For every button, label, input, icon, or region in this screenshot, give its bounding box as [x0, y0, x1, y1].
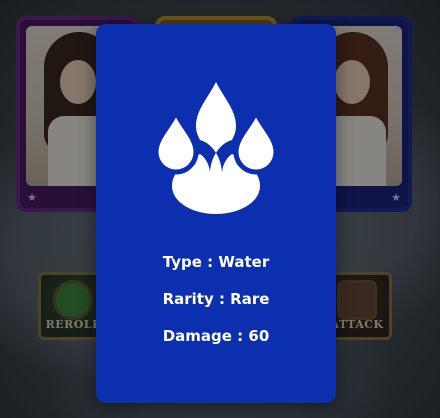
card-damage-text: Damage : 60 [162, 327, 270, 345]
card-type-text: Type : Water [162, 253, 270, 271]
star-icon: ★ [391, 191, 401, 204]
game-board: ★ ★ REROLL ATTACK Type : Water Rarity: … [0, 0, 440, 418]
reroll-icon [56, 283, 90, 317]
water-drops-icon [156, 82, 276, 214]
card-detail-popup[interactable]: Type : Water Rarity : Rare Damage : 60 [96, 24, 336, 403]
card-rarity-text: Rarity : Rare [162, 290, 270, 308]
crossed-swords-icon [340, 283, 374, 317]
star-icon: ★ [27, 191, 37, 204]
water-drops-icon [390, 24, 402, 36]
